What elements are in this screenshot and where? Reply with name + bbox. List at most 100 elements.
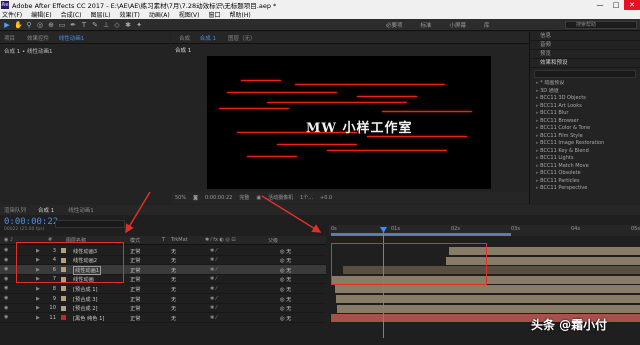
minimize-button[interactable]: —	[592, 0, 608, 10]
layer-name[interactable]: [预合成 3]	[73, 296, 98, 303]
layer-name[interactable]: [预合成 1]	[73, 286, 98, 293]
audio-panel-header[interactable]: 音频	[530, 41, 640, 50]
visibility-eye-icon[interactable]: ◉	[4, 267, 10, 272]
work-area-bar[interactable]	[331, 233, 511, 236]
menu-edit[interactable]: 编辑(E)	[31, 10, 51, 19]
layer-mode-dropdown[interactable]: 正常	[130, 276, 140, 283]
tab-linear-anim[interactable]: 线性动画1	[62, 206, 100, 214]
layer-mode-dropdown[interactable]: 正常	[130, 296, 140, 303]
effects-list-item[interactable]: BCC11 Obsolete	[530, 170, 640, 178]
timeline-search-input[interactable]	[55, 220, 125, 228]
camera-dropdown[interactable]: 活动摄像机	[268, 194, 293, 201]
menu-animation[interactable]: 动画(A)	[149, 10, 170, 19]
effects-list-item[interactable]: BCC11 Key & Blend	[530, 148, 640, 156]
camera-tool-icon[interactable]: ◎	[36, 21, 44, 29]
workspace-small-screen[interactable]: 小屏幕	[450, 21, 467, 29]
pan-behind-tool-icon[interactable]: ⊕	[47, 21, 55, 29]
layer-label-swatch[interactable]	[61, 296, 66, 301]
expand-triangle-icon[interactable]: ▶	[36, 305, 40, 311]
composition-crumb[interactable]: 合成 1	[171, 44, 528, 56]
menu-layer[interactable]: 图层(L)	[91, 10, 111, 19]
effects-list-item[interactable]: BCC11 Art Looks	[530, 103, 640, 111]
expand-triangle-icon[interactable]: ▶	[36, 315, 40, 321]
layer-label-swatch[interactable]	[61, 315, 66, 321]
search-help-input[interactable]: 搜索帮助	[565, 21, 637, 29]
layer-trkmat-dropdown[interactable]: 无	[171, 267, 176, 274]
layer-duration-bar[interactable]	[336, 295, 640, 303]
layer-trkmat-dropdown[interactable]: 无	[171, 286, 176, 293]
visibility-eye-icon[interactable]: ◉	[4, 276, 10, 282]
effects-list-item[interactable]: BCC11 Particles	[530, 178, 640, 186]
pen-tool-icon[interactable]: ✒	[69, 21, 77, 29]
layer-mode-dropdown[interactable]: 正常	[130, 286, 140, 293]
composition-canvas[interactable]: MW 小样工作室	[207, 56, 491, 189]
layer-name[interactable]: [预合成 2]	[73, 305, 98, 312]
layer-switches[interactable]: ✱ ⁄	[210, 296, 217, 302]
layer-trkmat-dropdown[interactable]: 无	[171, 296, 176, 303]
layer-row[interactable]: ◉ ▶ 11 [黑色 纯色 1] 正常 无 ✱ ⁄ ◎ 无	[0, 313, 326, 323]
expand-triangle-icon[interactable]: ▶	[36, 296, 40, 302]
camera-snapshot-icon[interactable]: ◙	[193, 195, 198, 201]
layer-switches[interactable]: ✱ ⁄	[210, 315, 217, 321]
effects-list-item[interactable]: * 动画预设	[530, 80, 640, 88]
layer-parent-dropdown[interactable]: ◎ 无	[280, 315, 291, 322]
layer-mode-dropdown[interactable]: 正常	[130, 267, 140, 274]
layer-parent-dropdown[interactable]: ◎ 无	[280, 267, 291, 274]
brush-tool-icon[interactable]: ✎	[91, 21, 99, 29]
effects-search-input[interactable]	[534, 70, 636, 78]
selection-tool-icon[interactable]: ▶	[3, 21, 11, 29]
layer-label-swatch[interactable]	[61, 305, 66, 311]
workspace-essentials[interactable]: 必要项	[386, 21, 403, 29]
effects-list-item[interactable]: BCC11 Match Move	[530, 163, 640, 171]
layer-label-swatch[interactable]	[61, 286, 66, 292]
layer-mode-dropdown[interactable]: 正常	[130, 257, 140, 264]
visibility-eye-icon[interactable]: ◉	[4, 315, 10, 320]
menu-file[interactable]: 文件(F)	[2, 10, 22, 19]
region-of-interest-icon[interactable]: ▣	[256, 195, 261, 201]
info-panel-header[interactable]: 信息	[530, 32, 640, 41]
layer-mode-dropdown[interactable]: 正常	[130, 315, 140, 322]
current-time-readout[interactable]: 0:00:00:22	[205, 195, 232, 201]
visibility-eye-icon[interactable]: ◉	[4, 248, 10, 253]
hand-tool-icon[interactable]: ✋	[14, 21, 23, 29]
eraser-tool-icon[interactable]: ◇	[113, 21, 121, 29]
layer-trkmat-dropdown[interactable]: 无	[171, 248, 176, 255]
preview-panel-header[interactable]: 预览	[530, 50, 640, 59]
layer-switches[interactable]: ✱ ⁄	[210, 267, 217, 273]
layer-trkmat-dropdown[interactable]: 无	[171, 276, 176, 283]
effects-list-item[interactable]: BCC11 3D Objects	[530, 95, 640, 103]
layer-mode-dropdown[interactable]: 正常	[130, 305, 140, 312]
layer-switches[interactable]: ✱ ⁄	[210, 286, 217, 292]
workspace-library[interactable]: 库	[484, 21, 490, 29]
layer-parent-dropdown[interactable]: ◎ 无	[280, 276, 291, 283]
menu-composition[interactable]: 合成(C)	[61, 10, 82, 19]
layer-parent-dropdown[interactable]: ◎ 无	[280, 296, 291, 303]
menu-window[interactable]: 窗口	[208, 10, 220, 19]
roto-brush-tool-icon[interactable]: ✱	[124, 21, 132, 29]
layer-parent-dropdown[interactable]: ◎ 无	[280, 248, 291, 255]
tab-render-queue[interactable]: 渲染队列	[0, 206, 30, 214]
effects-list-item[interactable]: BCC11 Perspective	[530, 185, 640, 193]
exposure-value[interactable]: +0.0	[320, 195, 332, 201]
resolution-dropdown[interactable]: 完整	[239, 194, 249, 201]
layer-switches[interactable]: ✱ ⁄	[210, 305, 217, 311]
layer-row[interactable]: ◉ ▶ 10 [预合成 2] 正常 无 ✱ ⁄ ◎ 无	[0, 304, 326, 314]
layer-row[interactable]: ◉ ▶ 8 [预合成 1] 正常 无 ✱ ⁄ ◎ 无	[0, 284, 326, 294]
zoom-dropdown[interactable]: 50%	[175, 195, 186, 201]
tab-layer[interactable]: 图层（无）	[224, 34, 260, 42]
tab-project[interactable]: 项目	[0, 34, 19, 42]
layer-trkmat-dropdown[interactable]: 无	[171, 305, 176, 312]
effects-list-item[interactable]: BCC11 Image Restoration	[530, 140, 640, 148]
effects-list-item[interactable]: 3D 通道	[530, 88, 640, 96]
layer-parent-dropdown[interactable]: ◎ 无	[280, 305, 291, 312]
layer-duration-bar[interactable]	[335, 285, 640, 294]
expand-triangle-icon[interactable]: ▶	[36, 286, 40, 292]
layer-switches[interactable]: ✱ ⁄	[210, 248, 217, 254]
type-tool-icon[interactable]: T	[80, 21, 88, 29]
visibility-eye-icon[interactable]: ◉	[4, 305, 10, 311]
layer-trkmat-dropdown[interactable]: 无	[171, 315, 176, 322]
effects-list-item[interactable]: BCC11 Film Style	[530, 133, 640, 141]
effects-list-item[interactable]: BCC11 Lights	[530, 155, 640, 163]
menu-view[interactable]: 视图(V)	[179, 10, 200, 19]
rectangle-tool-icon[interactable]: ▭	[58, 21, 66, 29]
